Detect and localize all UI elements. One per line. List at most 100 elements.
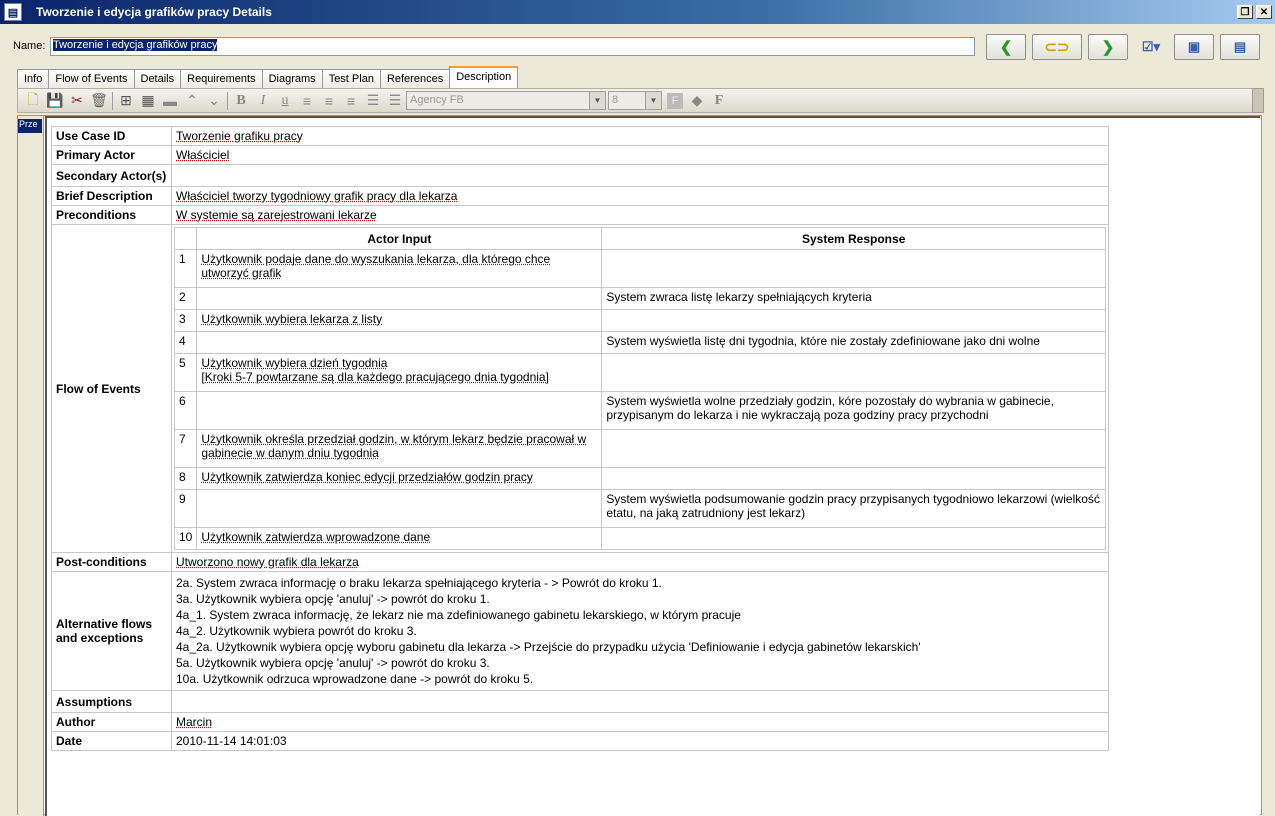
save-icon[interactable]: 💾 — [44, 91, 66, 111]
fill-bucket-icon[interactable]: ◆ — [686, 91, 708, 111]
align-block-icon[interactable]: ▬ — [159, 91, 181, 111]
font-select[interactable]: Agency FB ▼ — [406, 91, 606, 110]
align-left-icon[interactable]: ≡ — [296, 91, 318, 111]
tab-diagrams[interactable]: Diagrams — [261, 69, 323, 88]
flow-actor-input[interactable] — [196, 391, 603, 430]
alternative-flow-line: 4a_2a. Użytkownik wybiera opcję wyboru g… — [176, 640, 921, 654]
brief-description-cell[interactable]: Właściciel tworzy tygodniowy grafik prac… — [171, 186, 1109, 206]
save-window-button[interactable]: ▣ — [1174, 34, 1214, 60]
checklist-dropdown-button[interactable]: ☑▾ — [1134, 34, 1168, 60]
assumptions-cell[interactable] — [171, 690, 1109, 713]
underline-button[interactable]: u — [274, 91, 296, 111]
flow-system-response[interactable] — [601, 527, 1106, 550]
flow-system-response[interactable]: System wyświetla podsumowanie godzin pra… — [601, 489, 1106, 528]
insert-row-icon[interactable]: ⊞ — [115, 91, 137, 111]
post-conditions-value: Utworzono nowy grafik dla lekarza — [176, 555, 359, 569]
flow-system-response[interactable]: System zwraca listę lekarzy spełniającyc… — [601, 287, 1106, 310]
align-right-icon[interactable]: ≡ — [340, 91, 362, 111]
restore-button[interactable]: ❐ — [1237, 5, 1253, 19]
table-row: Author Marcin — [51, 712, 1109, 732]
left-panel-label[interactable]: Prze — [18, 119, 42, 133]
flow-actor-input-text: Użytkownik określa przedział godzin, w k… — [201, 432, 587, 460]
table-row: Post-conditions Utworzono nowy grafik dl… — [51, 552, 1109, 572]
back-button[interactable]: ❮ — [986, 34, 1026, 60]
flow-system-response[interactable] — [601, 249, 1106, 288]
flow-step-number: 6 — [173, 391, 198, 430]
close-button[interactable]: ✕ — [1256, 5, 1272, 19]
system-response-header: System Response — [601, 227, 1106, 250]
bullet-list-icon[interactable]: ☰ — [384, 91, 406, 111]
flow-system-response-text: System wyświetla podsumowanie godzin pra… — [606, 492, 1100, 520]
font-color-icon[interactable]: F — [667, 92, 683, 109]
flow-system-response[interactable] — [601, 429, 1106, 468]
flow-actor-input[interactable] — [196, 287, 603, 310]
flow-row: 2 System zwraca listę lekarzy spełniający… — [173, 287, 1106, 310]
document-area[interactable]: Use Case ID Tworzenie grafiku pracy Prim… — [45, 116, 1260, 816]
flow-actor-input[interactable]: Użytkownik podaje dane do wyszukania lek… — [196, 249, 603, 288]
forward-button[interactable]: ❯ — [1088, 34, 1128, 60]
alternative-flows-cell[interactable]: 2a. System zwraca informację o braku lek… — [171, 571, 1109, 691]
link-button[interactable]: ⊂⊃ — [1032, 34, 1082, 60]
flow-system-response[interactable] — [601, 467, 1106, 490]
alternative-flow-line: 2a. System zwraca informację o braku lek… — [176, 576, 662, 590]
date-cell[interactable]: 2010-11-14 14:01:03 — [171, 731, 1109, 751]
flow-actor-input[interactable]: Użytkownik zatwierdza wprowadzone dane — [196, 527, 603, 550]
flow-system-response[interactable]: System wyświetla listę dni tygodnia, któ… — [601, 331, 1106, 354]
tab-requirements[interactable]: Requirements — [180, 69, 263, 88]
flow-system-response[interactable] — [601, 353, 1106, 392]
flow-step-number: 5 — [173, 353, 198, 392]
preconditions-cell[interactable]: W systemie są zarejestrowani lekarze — [171, 205, 1109, 225]
new-document-icon[interactable]: 🗋 — [22, 91, 44, 111]
flow-system-response-text: System wyświetla wolne przedziały godzin… — [606, 394, 1054, 422]
chevron-down-icon: ▼ — [645, 92, 661, 109]
delete-icon[interactable]: 🗑 — [88, 91, 110, 111]
font-size-select[interactable]: 8 ▼ — [608, 91, 662, 110]
italic-button[interactable]: I — [252, 91, 274, 111]
author-cell[interactable]: Marcin — [171, 712, 1109, 732]
flow-actor-input[interactable] — [196, 331, 603, 354]
secondary-actor-cell[interactable] — [171, 164, 1109, 187]
numbered-list-icon[interactable]: ☰ — [362, 91, 384, 111]
insert-table-icon[interactable]: ▦ — [137, 91, 159, 111]
use-case-id-cell[interactable]: Tworzenie grafiku pracy — [171, 126, 1109, 146]
alternative-flow-line: 4a_2. Użytkownik wybiera powrót do kroku… — [176, 624, 417, 638]
bold-button[interactable]: B — [230, 91, 252, 111]
tab-description[interactable]: Description — [449, 66, 519, 88]
flow-actor-input[interactable]: Użytkownik wybiera lekarza z listy — [196, 309, 603, 332]
alternative-flow-line: 3a. Użytkownik wybiera opcję 'anuluj' ->… — [176, 592, 490, 606]
flow-system-response[interactable] — [601, 309, 1106, 332]
flow-system-response[interactable]: System wyświetla wolne przedziały godzin… — [601, 391, 1106, 430]
left-panel: Prze — [18, 116, 44, 816]
flow-actor-input[interactable]: Użytkownik zatwierdza koniec edycji prze… — [196, 467, 603, 490]
tab-references[interactable]: References — [379, 69, 451, 88]
flow-actor-input[interactable]: Użytkownik wybiera dzień tygodnia [Kroki … — [196, 353, 603, 392]
flow-actor-input[interactable] — [196, 489, 603, 528]
flow-actor-input[interactable]: Użytkownik określa przedział godzin, w k… — [196, 429, 603, 468]
toolbar-scroll-handle[interactable] — [1252, 88, 1264, 113]
tab-info[interactable]: Info — [17, 69, 50, 88]
table-row: Date 2010-11-14 14:01:03 — [51, 731, 1109, 751]
name-input[interactable]: Tworzenie i edycja grafików pracy — [50, 37, 975, 56]
layout-button[interactable]: ▤ — [1220, 34, 1260, 60]
align-center-icon[interactable]: ≡ — [318, 91, 340, 111]
arrow-left-icon: ❮ — [999, 39, 1013, 56]
font-button[interactable]: F — [708, 91, 730, 111]
tab-details[interactable]: Details — [133, 69, 182, 88]
primary-actor-cell[interactable]: Właściciel — [171, 145, 1109, 165]
post-conditions-cell[interactable]: Utworzono nowy grafik dla lekarza — [171, 552, 1109, 572]
move-down-icon[interactable]: ⌄ — [203, 91, 225, 111]
flow-step-number: 4 — [173, 331, 198, 354]
use-case-id-label: Use Case ID — [51, 126, 172, 146]
tab-strip: Info Flow of Events Details Requirements… — [17, 66, 519, 88]
chain-link-icon: ⊂⊃ — [1044, 39, 1070, 56]
move-up-icon[interactable]: ⌃ — [181, 91, 203, 111]
flow-row: 8 Użytkownik zatwierdza koniec edycji prz… — [173, 467, 1106, 490]
assumptions-label: Assumptions — [51, 690, 172, 713]
cut-icon[interactable]: ✂ — [66, 91, 88, 111]
flow-step-number: 9 — [173, 489, 198, 528]
flow-actor-input-text: Użytkownik zatwierdza wprowadzone dane — [201, 530, 431, 544]
tab-flow-of-events[interactable]: Flow of Events — [48, 69, 135, 88]
tab-test-plan[interactable]: Test Plan — [321, 69, 381, 88]
preconditions-label: Preconditions — [51, 205, 172, 225]
flow-step-number: 10 — [173, 527, 198, 550]
